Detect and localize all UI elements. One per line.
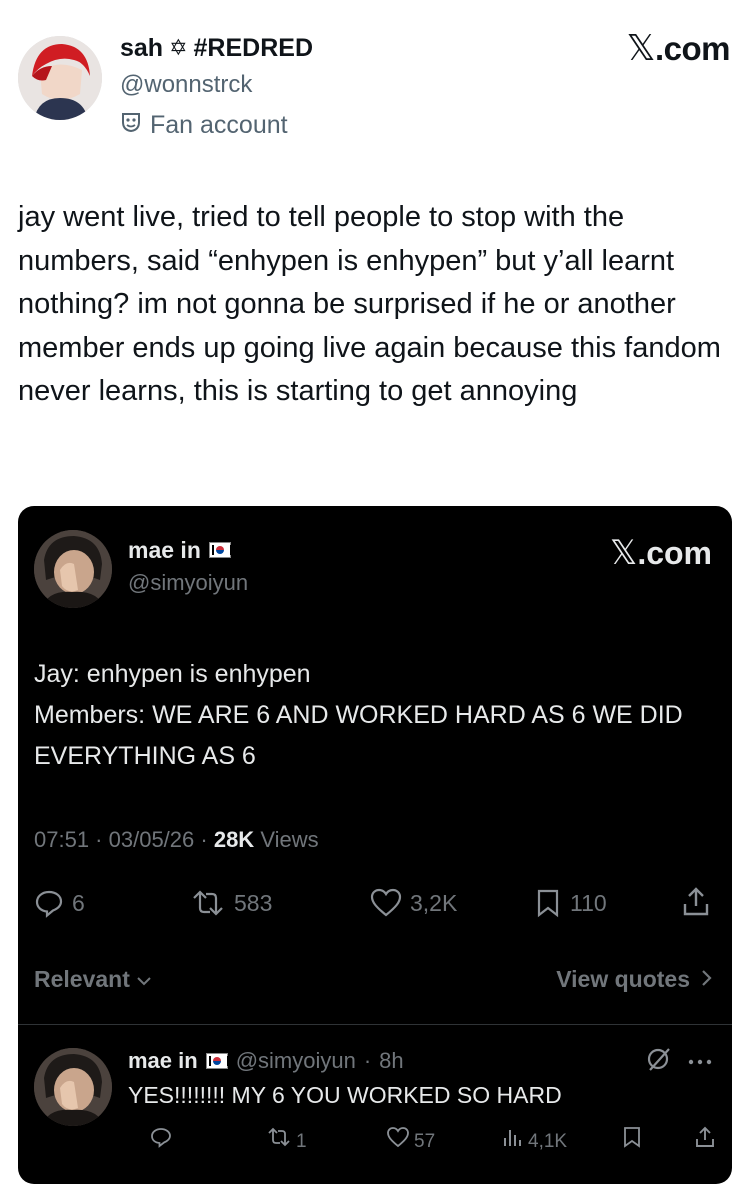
repost-icon: [266, 1126, 292, 1158]
reply-time: 8h: [379, 1048, 404, 1073]
reply-header: mae in @simyoiyun · 8h: [128, 1046, 404, 1076]
action-bar: 6 583 3,2K 110: [34, 886, 714, 920]
share-icon: [694, 1126, 716, 1158]
sort-dropdown[interactable]: Relevant: [34, 964, 152, 994]
share-icon: [680, 886, 712, 918]
reply-button[interactable]: 6: [34, 886, 85, 920]
reply-icon: [150, 1126, 172, 1158]
tweet-text: jay went live, tried to tell people to s…: [18, 201, 721, 407]
avatar[interactable]: [18, 36, 102, 120]
south-korea-flag-icon: [208, 542, 232, 558]
user-handle[interactable]: @simyoiyun: [236, 1046, 356, 1076]
display-name[interactable]: sah ✡ #REDRED: [120, 32, 313, 64]
reply-text: YES!!!!!!!! MY 6 YOU WORKED SO HARD: [128, 1082, 562, 1108]
star-symbol: ✡: [169, 35, 188, 60]
reply-header-icons: [646, 1046, 712, 1077]
display-name[interactable]: mae in: [128, 1046, 198, 1076]
south-korea-flag-icon: [205, 1053, 229, 1069]
x-brand-logo: 𝕏.com: [626, 28, 730, 69]
share-button[interactable]: [694, 1126, 716, 1158]
views-button[interactable]: 4,1K: [502, 1126, 567, 1158]
avatar[interactable]: [34, 1048, 112, 1126]
grok-icon[interactable]: [646, 1046, 672, 1077]
repost-button[interactable]: 583: [190, 886, 272, 920]
analytics-icon: [502, 1126, 524, 1158]
avatar[interactable]: [34, 530, 112, 608]
tweet-meta: 07:51 · 03/05/26 · 28K Views: [34, 827, 319, 852]
more-options-icon[interactable]: [688, 1053, 712, 1071]
mask-icon: [120, 110, 142, 140]
quoted-tweet-screenshot[interactable]: mae in @simyoiyun 𝕏.com Jay: enhypen is …: [18, 506, 732, 1184]
chevron-down-icon: [136, 964, 152, 994]
reply-icon: [34, 888, 64, 918]
repost-icon: [190, 888, 226, 918]
like-button[interactable]: 57: [386, 1126, 435, 1158]
user-handle[interactable]: @simyoiyun: [128, 569, 248, 597]
display-name[interactable]: mae in: [128, 536, 232, 564]
heart-icon: [370, 888, 402, 918]
chevron-right-icon: [700, 964, 712, 994]
reply-button[interactable]: [150, 1126, 172, 1158]
outer-tweet-header: sah ✡ #REDRED @wonnstrck Fan account 𝕏.c…: [18, 28, 731, 139]
quoted-tweet-text: Jay: enhypen is enhypen Members: WE ARE …: [34, 660, 683, 770]
x-brand-logo: 𝕏.com: [609, 533, 712, 573]
bookmark-button[interactable]: 110: [534, 886, 607, 920]
reply-action-bar: 1 57 4,1K: [128, 1126, 718, 1156]
bookmark-button[interactable]: [622, 1126, 642, 1158]
repost-button[interactable]: 1: [266, 1126, 307, 1158]
share-button[interactable]: [680, 886, 712, 918]
bookmark-icon: [534, 888, 562, 918]
bookmark-icon: [622, 1126, 642, 1158]
account-label: Fan account: [120, 110, 313, 140]
divider: [18, 1024, 732, 1025]
heart-icon: [386, 1126, 410, 1158]
user-handle[interactable]: @wonnstrck: [120, 68, 313, 102]
like-button[interactable]: 3,2K: [370, 886, 457, 920]
view-quotes-link[interactable]: View quotes: [556, 964, 712, 994]
